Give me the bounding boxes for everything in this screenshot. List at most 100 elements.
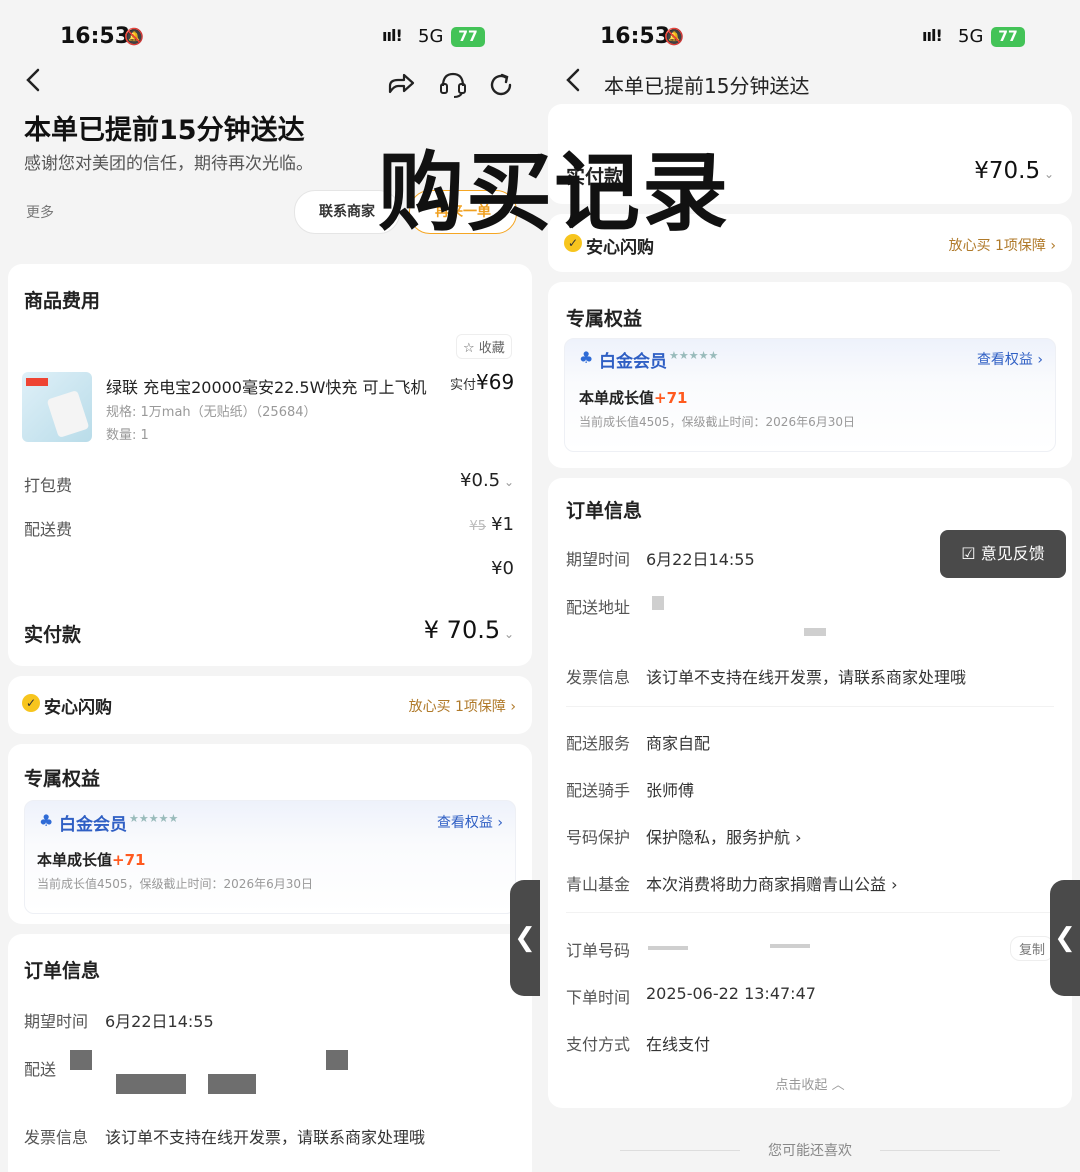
share-icon[interactable]: [386, 70, 416, 100]
order-row-value: 6月22日14:55: [646, 550, 755, 569]
network-label: 5G: [958, 26, 984, 47]
order-row-label: 发票信息: [566, 668, 631, 687]
redacted-order-number: [648, 946, 688, 950]
invoice-label: 发票信息: [24, 1128, 89, 1147]
favorite-label: 收藏: [478, 341, 505, 356]
recommend-label: 您可能还喜欢: [740, 1140, 880, 1160]
delivery-fee-value: ¥5 ¥1: [469, 514, 514, 535]
overlay-title: 购买记录: [378, 143, 730, 243]
growth-note: 当前成长值4505，保级截止时间：2026年6月30日: [37, 877, 313, 891]
invoice-value: 该订单不支持在线开发票，请联系商家处理哦: [105, 1128, 426, 1147]
network-label: 5G: [418, 26, 444, 47]
order-info-title: 订单信息: [566, 500, 643, 522]
packing-fee-value[interactable]: ¥0.5 ⌄: [460, 470, 514, 491]
benefits-title: 专属权益: [24, 768, 101, 790]
benefits-card: 专属权益 ♣ 白金会员 ★★★★★ 查看权益 › 本单成长值+71 当前成长值4…: [8, 744, 532, 924]
member-badge-icon: ♣: [579, 348, 594, 367]
view-benefits-link[interactable]: 查看权益 ›: [977, 349, 1043, 369]
expect-time-label: 期望时间: [24, 1012, 89, 1031]
edit-icon: ☑: [961, 544, 976, 563]
status-time: 16:53: [600, 24, 671, 49]
feedback-button[interactable]: ☑ 意见反馈: [940, 530, 1066, 578]
copy-button[interactable]: 复制: [1009, 936, 1054, 961]
charity-fund-link[interactable]: 本次消费将助力商家捐赠青山公益 ›: [646, 871, 898, 895]
mute-icon: 🔕: [664, 27, 684, 46]
assurance-link[interactable]: 放心买 1项保障 ›: [949, 235, 1056, 255]
total-amount: ¥ 70.5: [423, 616, 501, 644]
privacy-protection-link[interactable]: 保护隐私，服务护航 ›: [646, 824, 802, 848]
signal-icon: ııl!: [922, 26, 943, 45]
address-label: 配送: [24, 1060, 57, 1079]
member-benefit-box[interactable]: ♣ 白金会员 ★★★★★ 查看权益 › 本单成长值+71 当前成长值4505，保…: [564, 338, 1056, 452]
collapse-button[interactable]: 点击收起 ︿: [548, 1074, 1072, 1093]
growth-value-line: 本单成长值+71: [579, 387, 687, 408]
order-row-label: 号码保护: [566, 828, 631, 847]
divider: [566, 706, 1054, 707]
order-info-card: 订单信息 期望时间 6月22日14:55 配送 发票信息 该订单不支持在线开发票…: [8, 934, 532, 1172]
order-row-label: 支付方式: [566, 1035, 631, 1054]
view-benefits-text: 查看权益: [436, 815, 493, 831]
assurance-label: 安心闪购: [44, 698, 112, 718]
delivery-status-subtitle: 感谢您对美团的信任，期待再次光临。: [24, 154, 313, 174]
back-icon[interactable]: [20, 66, 48, 94]
growth-label: 本单成长值: [579, 389, 655, 407]
redacted-address: [70, 1050, 92, 1070]
side-collapse-tab[interactable]: ❮: [1050, 880, 1080, 996]
redacted-address: [652, 596, 664, 610]
battery-icon: 77: [451, 27, 485, 47]
order-row-value: 张师傅: [646, 781, 695, 800]
price-value: ¥69: [476, 370, 515, 394]
assurance-card[interactable]: ✓ 安心闪购 放心买 1项保障 ›: [8, 676, 532, 734]
order-row-label: 青山基金: [566, 875, 631, 894]
redacted-address: [326, 1050, 348, 1070]
status-bar: 16:53 🔕 ııl! 5G 77: [540, 0, 1080, 70]
customer-service-icon[interactable]: [438, 70, 468, 100]
member-stars: ★★★★★: [129, 812, 179, 825]
goods-fee-card: 商品费用 ☆ 收藏 绿联 充电宝20000毫安22.5W快充 可上飞机 实付¥6…: [8, 264, 532, 666]
view-benefits-link[interactable]: 查看权益 ›: [437, 812, 503, 832]
order-row-value: 该订单不支持在线开发票，请联系商家处理哦: [646, 668, 967, 687]
total-value[interactable]: ¥ 70.5 ⌄: [424, 616, 514, 644]
member-label: 白金会员: [59, 815, 127, 835]
assurance-link-text: 放心买 1项保障: [408, 699, 506, 715]
member-badge-icon: ♣: [39, 811, 54, 830]
status-bar: 16:53 🔕 ııl! 5G 77: [0, 0, 540, 70]
check-shield-icon: ✓: [22, 694, 40, 712]
order-row-value: 2025-06-22 13:47:47: [646, 984, 816, 1003]
assurance-link[interactable]: 放心买 1项保障 ›: [409, 696, 516, 716]
packing-fee-amount: ¥0.5: [460, 470, 501, 491]
growth-value-line: 本单成长值+71: [37, 849, 145, 870]
delivery-fee-label: 配送费: [24, 520, 73, 539]
more-link[interactable]: 更多: [26, 202, 54, 222]
product-price: 实付¥69: [450, 370, 514, 394]
mute-icon: 🔕: [124, 27, 144, 46]
refresh-icon[interactable]: [486, 70, 516, 100]
status-time: 16:53: [60, 24, 131, 49]
battery-icon: 77: [991, 27, 1025, 47]
redacted-address: [208, 1074, 256, 1094]
product-quantity: 数量: 1: [106, 428, 149, 443]
expect-time-value: 6月22日14:55: [105, 1012, 214, 1031]
star-icon: ☆: [463, 341, 475, 356]
redacted-order-number: [770, 944, 810, 948]
favorite-button[interactable]: ☆ 收藏: [456, 334, 512, 359]
delivery-fee-amount: ¥1: [491, 514, 514, 535]
goods-fee-title: 商品费用: [24, 290, 101, 312]
growth-label: 本单成长值: [37, 851, 113, 869]
order-row-value: 商家自配: [646, 734, 711, 753]
product-image[interactable]: [22, 372, 92, 442]
back-icon[interactable]: [560, 66, 588, 94]
order-row-value: 在线支付: [646, 1035, 711, 1054]
total-value[interactable]: ¥70.5 ⌄: [974, 158, 1054, 184]
member-benefit-box[interactable]: ♣ 白金会员 ★★★★★ 查看权益 › 本单成长值+71 当前成长值4505，保…: [24, 800, 516, 914]
product-name[interactable]: 绿联 充电宝20000毫安22.5W快充 可上飞机: [106, 374, 432, 398]
order-row-label: 配送地址: [566, 598, 631, 617]
redacted-address: [804, 628, 826, 636]
chevron-down-icon: ⌄: [1040, 167, 1054, 181]
feedback-label: 意见反馈: [980, 544, 1045, 563]
product-spec: 规格: 1万mah（无贴纸）（25684）: [106, 405, 317, 420]
member-label: 白金会员: [599, 352, 667, 372]
order-row-label: 下单时间: [566, 988, 631, 1007]
side-collapse-tab[interactable]: ❮: [510, 880, 540, 996]
growth-value: +71: [654, 389, 688, 407]
